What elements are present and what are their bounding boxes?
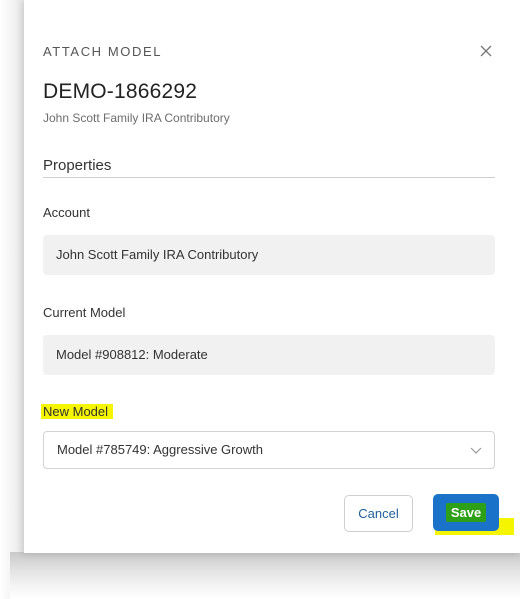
properties-heading: Properties xyxy=(43,157,112,174)
cancel-button[interactable]: Cancel xyxy=(344,495,413,532)
account-label: Account xyxy=(43,205,90,220)
attach-model-dialog: ATTACH MODEL DEMO-1866292 John Scott Fam… xyxy=(24,0,520,553)
save-button[interactable]: Save xyxy=(433,494,499,531)
chevron-down-icon xyxy=(470,447,482,454)
modal-shadow-left xyxy=(0,0,24,599)
new-model-label: New Model xyxy=(41,404,114,419)
section-divider xyxy=(43,177,495,178)
current-model-label: Current Model xyxy=(43,305,126,320)
close-icon[interactable] xyxy=(478,42,494,60)
current-model-field: Model #908812: Moderate xyxy=(43,335,495,375)
new-model-selected-value: Model #785749: Aggressive Growth xyxy=(57,442,263,457)
new-model-select[interactable]: Model #785749: Aggressive Growth xyxy=(43,431,495,469)
modal-shadow-bottom xyxy=(10,552,520,599)
new-model-label-text: New Model xyxy=(41,404,114,419)
account-field: John Scott Family IRA Contributory xyxy=(43,235,495,275)
dialog-label: ATTACH MODEL xyxy=(43,44,163,59)
save-button-label: Save xyxy=(445,503,487,522)
account-code: DEMO-1866292 xyxy=(43,80,198,103)
account-name-subtitle: John Scott Family IRA Contributory xyxy=(43,111,230,125)
